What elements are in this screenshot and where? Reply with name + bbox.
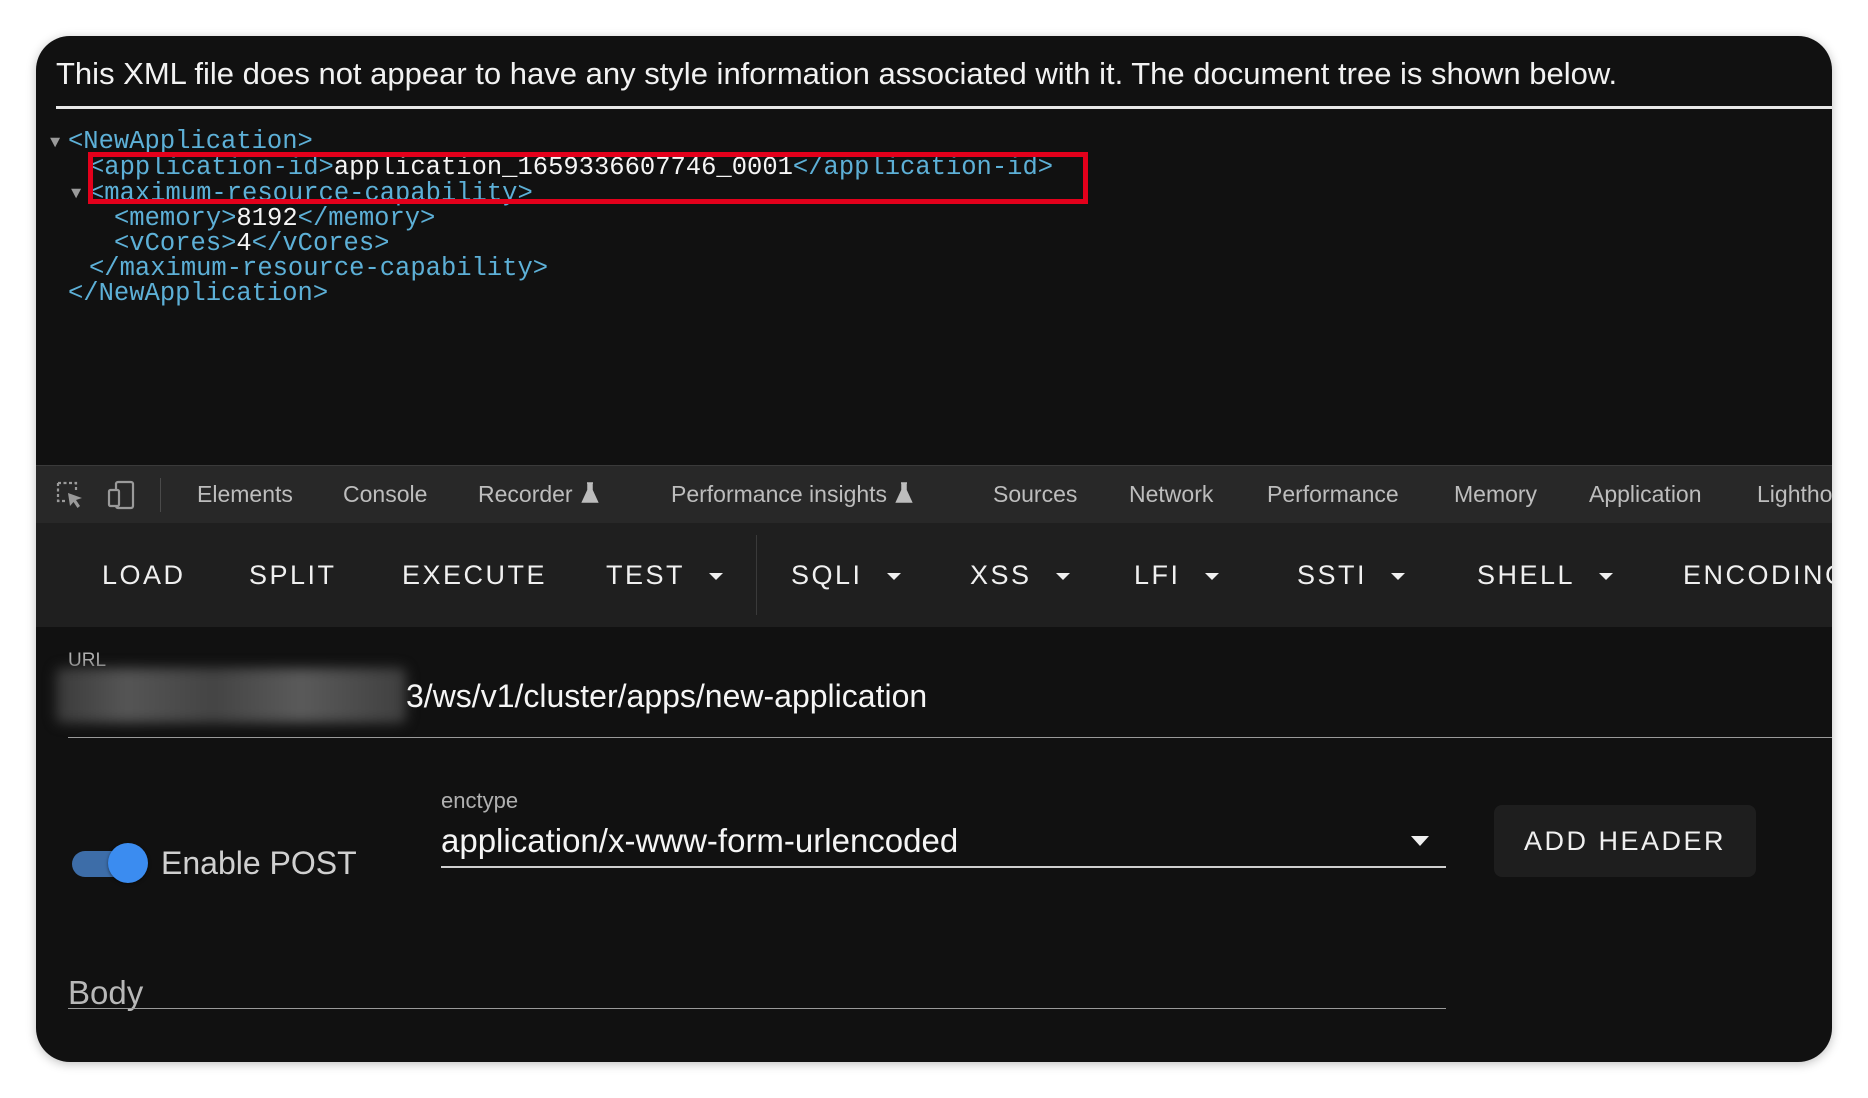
tab-application[interactable]: Application: [1589, 466, 1702, 523]
collapse-arrow-icon[interactable]: ▼: [50, 129, 60, 159]
caret-down-icon: [886, 573, 901, 581]
notice-divider: [56, 106, 1832, 109]
xss-menu-label: XSS: [970, 560, 1032, 590]
tab-console[interactable]: Console: [343, 466, 427, 523]
device-toolbar-icon[interactable]: [106, 479, 138, 511]
url-underline: [68, 737, 1832, 738]
experiment-flask-icon: [895, 482, 913, 503]
caret-down-icon: [1599, 573, 1614, 581]
tab-sources[interactable]: Sources: [993, 466, 1077, 523]
enable-post-label: Enable POST: [161, 845, 357, 881]
ssti-menu-button[interactable]: SSTI: [1297, 523, 1406, 627]
shell-menu-label: SHELL: [1477, 560, 1576, 590]
test-menu-button[interactable]: TEST: [606, 523, 724, 627]
caret-down-icon: [1055, 573, 1070, 581]
split-button[interactable]: SPLIT: [249, 523, 337, 627]
sqli-menu-label: SQLI: [791, 560, 863, 590]
enctype-underline: [441, 866, 1446, 868]
experiment-flask-icon: [580, 482, 599, 503]
caret-down-icon: [709, 573, 724, 581]
hackbar-toolbar: LOAD SPLIT EXECUTE TEST SQLI XSS LFI SST…: [36, 523, 1832, 627]
enable-post-switch[interactable]: [72, 843, 148, 883]
red-highlight-box: [88, 152, 1088, 204]
redacted-host: [56, 668, 406, 723]
xss-menu-button[interactable]: XSS: [970, 523, 1070, 627]
xml-style-notice: This XML file does not appear to have an…: [56, 56, 1618, 91]
add-header-button[interactable]: ADD HEADER: [1494, 805, 1756, 877]
switch-thumb: [108, 843, 148, 883]
test-menu-label: TEST: [606, 560, 686, 590]
caret-down-icon: [1391, 573, 1406, 581]
collapse-arrow-icon[interactable]: ▼: [71, 180, 81, 210]
tab-performance[interactable]: Performance: [1267, 466, 1399, 523]
tab-recorder[interactable]: Recorder: [478, 466, 599, 523]
lfi-menu-button[interactable]: LFI: [1134, 523, 1219, 627]
body-underline: [68, 1008, 1446, 1009]
browser-window: This XML file does not appear to have an…: [36, 36, 1832, 1062]
inspect-element-icon[interactable]: [54, 479, 86, 511]
enctype-label: enctype: [441, 788, 519, 813]
dropdown-arrow-icon[interactable]: [1411, 836, 1429, 846]
tab-recorder-label: Recorder: [478, 481, 573, 507]
toolbar-separator: [160, 478, 161, 512]
lfi-menu-label: LFI: [1134, 560, 1181, 590]
xml-line-root-close: </NewApplication>: [68, 279, 329, 308]
tab-elements[interactable]: Elements: [197, 466, 293, 523]
url-input[interactable]: 3/ws/v1/cluster/apps/new-application: [406, 674, 927, 718]
load-button[interactable]: LOAD: [102, 523, 186, 627]
shell-menu-button[interactable]: SHELL: [1477, 523, 1614, 627]
sqli-menu-button[interactable]: SQLI: [791, 523, 901, 627]
devtools-tab-bar: Elements Console Recorder Performance in…: [36, 465, 1832, 524]
ssti-menu-label: SSTI: [1297, 560, 1368, 590]
tab-memory[interactable]: Memory: [1454, 466, 1537, 523]
tab-performance-insights-label: Performance insights: [671, 481, 888, 507]
tab-network[interactable]: Network: [1129, 466, 1213, 523]
execute-button[interactable]: EXECUTE: [402, 523, 547, 627]
toolbar-divider: [756, 535, 757, 615]
encoding-menu-button[interactable]: ENCODING: [1683, 523, 1832, 627]
tab-lighthouse[interactable]: Lightho: [1757, 466, 1832, 523]
enctype-select[interactable]: application/x-www-form-urlencoded: [441, 818, 958, 864]
tab-performance-insights[interactable]: Performance insights: [671, 466, 913, 523]
caret-down-icon: [1204, 573, 1219, 581]
